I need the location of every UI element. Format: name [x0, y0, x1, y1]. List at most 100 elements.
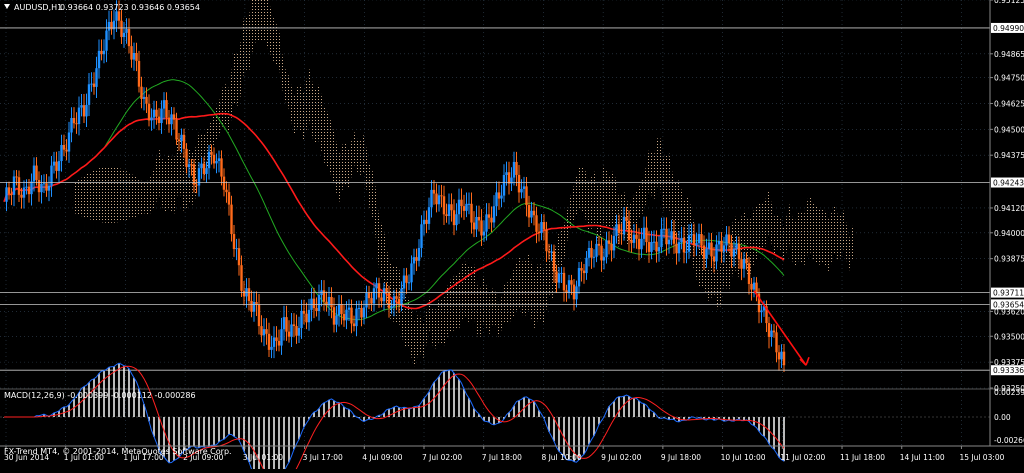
y-tick-label: 0.94500 [994, 125, 1024, 134]
candle-body [378, 283, 380, 297]
macd-histogram-bar [398, 407, 400, 417]
candle-body [215, 161, 217, 163]
candle-body [285, 317, 287, 332]
candle-body [353, 324, 355, 327]
macd-y-tick-label: 0.00 [994, 413, 1011, 422]
candle-body [615, 224, 617, 236]
candle-body [325, 302, 327, 306]
candle-body [338, 304, 340, 315]
candle-body [555, 271, 557, 282]
candle-body [613, 236, 615, 250]
x-tick-label: 4 Jul 09:00 [362, 453, 402, 462]
candle-body [775, 332, 777, 352]
candle-body [578, 268, 580, 286]
candle-body [243, 291, 245, 297]
candle-body [135, 53, 137, 61]
macd-histogram-bar [208, 417, 210, 447]
macd-histogram-bar [63, 407, 65, 417]
candle-body [280, 329, 282, 345]
candle-body [128, 29, 130, 46]
candle-body [43, 183, 45, 184]
candle-body [515, 162, 517, 175]
candle-body [640, 239, 642, 249]
candle-body [290, 324, 292, 336]
candle-body [738, 244, 740, 259]
ohlc-readout: 0.93664 0.93723 0.93646 0.93654 [60, 3, 200, 12]
y-tick-label: 0.93620 [994, 307, 1024, 316]
candle-body [295, 326, 297, 336]
candle-body [540, 222, 542, 233]
candle-body [433, 190, 435, 194]
candle-body [740, 259, 742, 269]
candle-body [773, 331, 775, 333]
candle-body [170, 114, 172, 124]
candle-body [95, 68, 97, 87]
macd-histogram-bar [283, 417, 285, 469]
candle-body [258, 305, 260, 326]
price-level-box: 0.94243 [991, 178, 1024, 188]
y-tick-label: 0.93875 [994, 255, 1024, 264]
macd-histogram-bar [613, 401, 615, 417]
candle-body [373, 288, 375, 303]
candle-body [130, 46, 132, 59]
candle-body [535, 215, 537, 232]
candle-body [695, 243, 697, 245]
candle-body [363, 307, 365, 317]
candle-body [370, 298, 372, 303]
candle-body [590, 248, 592, 258]
candle-body [703, 246, 705, 259]
macd-histogram-bar [213, 417, 215, 445]
candle-body [45, 183, 47, 190]
candle-body [263, 329, 265, 335]
candle-body [305, 314, 307, 323]
chart-window[interactable]: 0.949900.942430.937110.936540.93336 0.95… [0, 0, 1024, 469]
candle-body [683, 238, 685, 253]
candle-body [163, 100, 165, 108]
candle-body [495, 192, 497, 206]
candle-body [350, 308, 352, 324]
candle-body [318, 295, 320, 311]
candle-body [265, 329, 267, 334]
candle-body [745, 259, 747, 263]
candle-body [153, 110, 155, 118]
candle-body [413, 257, 415, 263]
candle-body [760, 310, 762, 312]
x-tick-label: 15 Jul 03:00 [959, 453, 1004, 462]
candle-body [445, 214, 447, 216]
candle-body [205, 168, 207, 174]
candle-body [620, 233, 622, 234]
symbol-label: AUDUSD,H1 [14, 3, 62, 12]
macd-histogram-bar [443, 371, 445, 417]
candle-body [570, 280, 572, 284]
candle-body [470, 204, 472, 223]
candle-body [768, 323, 770, 337]
candle-body [395, 296, 397, 299]
candle-body [563, 273, 565, 290]
candle-body [645, 228, 647, 242]
candle-body [348, 308, 350, 310]
candle-body [5, 187, 7, 201]
candle-body [383, 288, 385, 301]
x-tick-label: 14 Jul 11:00 [900, 453, 945, 462]
candle-body [438, 195, 440, 204]
candle-body [148, 104, 150, 121]
candle-body [425, 220, 427, 224]
candle-body [608, 240, 610, 243]
candle-body [585, 258, 587, 273]
candle-body [23, 188, 25, 198]
candle-body [115, 11, 117, 20]
candle-body [475, 217, 477, 229]
candle-body [240, 265, 242, 291]
candle-body [538, 232, 540, 233]
macd-histogram-bar [188, 417, 190, 448]
chart-canvas[interactable]: 0.949900.942430.937110.936540.93336 0.95… [0, 0, 1024, 469]
macd-histogram-bar [518, 400, 520, 417]
candle-body [140, 87, 142, 99]
candle-body [145, 97, 147, 104]
candle-body [583, 271, 585, 273]
candle-body [340, 304, 342, 314]
candle-body [688, 235, 690, 252]
macd-histogram-bar [203, 417, 205, 447]
candle-body [533, 211, 535, 215]
candle-body [40, 184, 42, 192]
